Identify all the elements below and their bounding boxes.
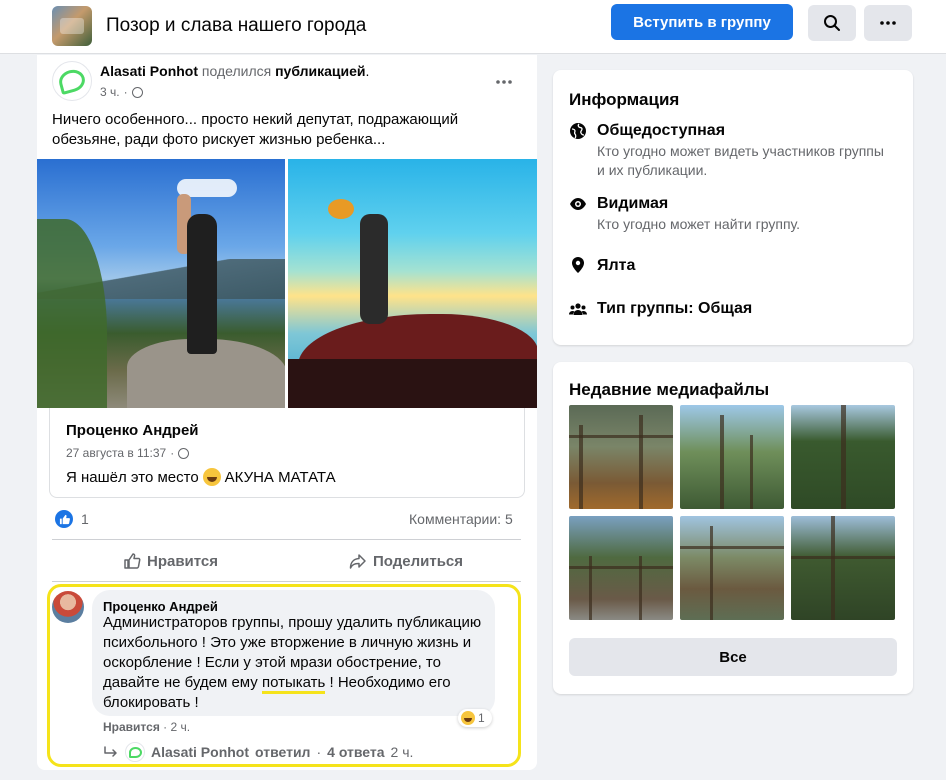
see-all-media-button[interactable]: Все xyxy=(569,638,897,676)
shared-verb: поделился xyxy=(201,63,272,79)
group-title[interactable]: Позор и слава нашего города xyxy=(106,15,366,37)
original-text-start: Я нашёл это место xyxy=(66,468,199,486)
post-time-separator: · xyxy=(123,85,128,99)
comments-count[interactable]: Комментарии: 5 xyxy=(409,511,513,527)
search-button[interactable] xyxy=(808,5,856,41)
group-people-icon xyxy=(569,303,587,315)
comment-text: Администраторов группы, прошу удалить пу… xyxy=(103,613,488,713)
privacy-title: Общедоступная xyxy=(597,122,726,139)
globe-icon xyxy=(178,447,190,459)
post-time-text[interactable]: 3 ч. xyxy=(100,85,120,99)
recent-media-card: Недавние медиафайлы Все xyxy=(553,362,913,694)
shared-object-link[interactable]: публикацией xyxy=(275,63,365,79)
original-timestamp[interactable]: 27 августа в 11:37 · xyxy=(66,446,190,460)
thumbs-up-outline-icon xyxy=(124,553,141,569)
laughing-emoji-icon xyxy=(202,468,221,486)
comment-time[interactable]: 2 ч. xyxy=(171,720,191,734)
media-thumbnail[interactable] xyxy=(680,405,784,509)
divider xyxy=(52,581,521,582)
group-header: Позор и слава нашего города Вступить в г… xyxy=(0,0,946,54)
post-header-line: Alasati Ponhot поделился публикацией. xyxy=(100,63,369,79)
commenter-avatar[interactable] xyxy=(52,591,84,623)
divider xyxy=(52,539,521,540)
shared-dot: . xyxy=(365,63,370,79)
reply-verb: ответил xyxy=(255,744,311,760)
more-options-button[interactable] xyxy=(864,5,912,41)
search-icon xyxy=(824,15,840,31)
group-type-title: Тип группы: Общая xyxy=(597,300,753,317)
reactions-count[interactable]: 1 xyxy=(81,511,89,527)
post-timestamp[interactable]: 3 ч. · xyxy=(100,85,143,99)
globe-icon xyxy=(570,123,586,139)
reply-author-avatar xyxy=(125,742,145,762)
comment-like-link[interactable]: Нравится xyxy=(103,720,160,734)
media-thumbnail[interactable] xyxy=(791,405,895,509)
more-dots-icon xyxy=(880,21,896,25)
comment-reaction-count: 1 xyxy=(478,711,485,725)
share-arrow-icon xyxy=(349,554,366,569)
thumbs-up-icon xyxy=(59,514,70,524)
sharer-name[interactable]: Alasati Ponhot xyxy=(100,63,198,79)
about-title: Информация xyxy=(569,90,680,109)
group-cover-thumbnail[interactable] xyxy=(52,6,92,46)
original-time-separator: · xyxy=(170,446,175,460)
like-button-label: Нравится xyxy=(147,552,219,570)
original-author[interactable]: Проценко Андрей xyxy=(66,422,199,439)
post-photo-mountain[interactable] xyxy=(37,159,285,408)
like-reaction-badge[interactable] xyxy=(55,510,73,528)
comment-actions: Нравится · 2 ч. xyxy=(103,720,190,734)
location-title[interactable]: Ялта xyxy=(597,257,635,275)
post-photo-lion-king[interactable] xyxy=(288,159,537,408)
location-pin-icon xyxy=(572,257,584,273)
more-dots-icon xyxy=(496,80,512,84)
reply-author-name: Alasati Ponhot xyxy=(151,744,250,760)
media-thumbnail[interactable] xyxy=(791,516,895,620)
reply-time: 2 ч. xyxy=(390,744,414,760)
visibility-description: Кто угодно может найти группу. xyxy=(597,216,801,232)
original-text: Я нашёл это место АКУНА МАТАТА xyxy=(66,468,336,486)
share-button[interactable]: Поделиться xyxy=(349,551,463,571)
post-options-button[interactable] xyxy=(495,69,513,90)
comment-highlighted-word: потыкать xyxy=(261,674,326,694)
original-time-text[interactable]: 27 августа в 11:37 xyxy=(66,446,166,460)
media-thumbnail[interactable] xyxy=(569,516,673,620)
join-group-button[interactable]: Вступить в группу xyxy=(611,4,793,40)
privacy-description: Кто угодно может видеть участников групп… xyxy=(597,143,884,178)
comment-author[interactable]: Проценко Андрей xyxy=(103,599,218,614)
like-button[interactable]: Нравится xyxy=(123,551,218,571)
laughing-emoji-icon xyxy=(461,711,475,725)
visibility-title: Видимая xyxy=(597,195,669,212)
eye-icon xyxy=(570,198,586,210)
view-replies-link[interactable]: Alasati Ponhot ответил · 4 ответа 2 ч. xyxy=(103,742,413,762)
media-thumbnail[interactable] xyxy=(569,405,673,509)
comment-reaction-badge[interactable]: 1 xyxy=(458,709,492,727)
reply-arrow-icon xyxy=(104,746,117,757)
reply-separator: · xyxy=(316,744,322,760)
post-text: Ничего особенного... просто некий депута… xyxy=(52,111,459,148)
share-button-label: Поделиться xyxy=(373,552,464,570)
comment-meta-separator: · xyxy=(163,720,168,734)
reply-count: 4 ответа xyxy=(327,744,385,760)
media-thumbnail[interactable] xyxy=(680,516,784,620)
about-group-card: Информация Общедоступная Кто угодно може… xyxy=(553,70,913,345)
shared-original-post[interactable]: Проценко Андрей 27 августа в 11:37 · Я н… xyxy=(49,408,525,498)
globe-icon xyxy=(131,86,143,98)
sharer-avatar[interactable] xyxy=(52,61,92,101)
original-text-end: АКУНА МАТАТА xyxy=(224,468,336,486)
recent-media-title: Недавние медиафайлы xyxy=(569,380,770,399)
